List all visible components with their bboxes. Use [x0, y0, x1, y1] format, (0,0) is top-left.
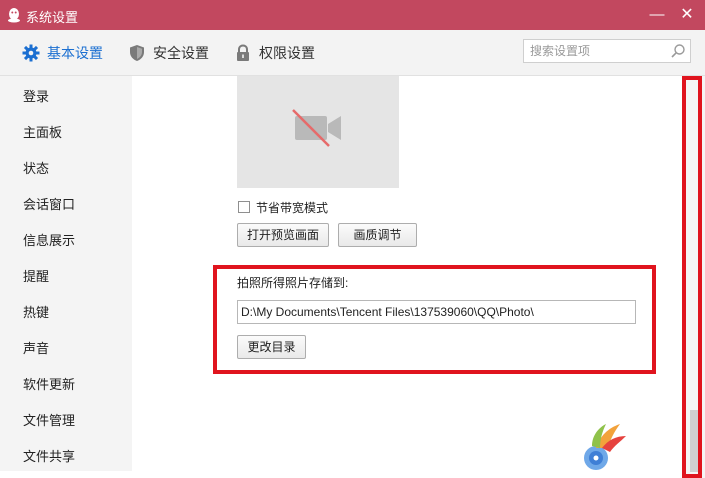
quality-adjust-button[interactable]: 画质调节 — [338, 223, 417, 247]
sidebar-item-status[interactable]: 状态 — [23, 158, 49, 177]
sidebar: 登录 主面板 状态 会话窗口 信息展示 提醒 热键 声音 软件更新 文件管理 文… — [0, 76, 132, 471]
search-box — [523, 39, 691, 63]
sidebar-item-info-display[interactable]: 信息展示 — [23, 230, 75, 249]
sidebar-item-sound[interactable]: 声音 — [23, 338, 49, 357]
sidebar-item-file-sharing[interactable]: 文件共享 — [23, 446, 75, 465]
bandwidth-save-checkbox[interactable] — [238, 201, 250, 213]
search-icon[interactable] — [670, 43, 686, 59]
title-bar: 系统设置 — ✕ — [0, 0, 705, 30]
gear-icon — [22, 44, 40, 62]
sidebar-item-main-panel[interactable]: 主面板 — [23, 122, 62, 141]
sidebar-item-chat-window[interactable]: 会话窗口 — [23, 194, 75, 213]
sidebar-item-file-management[interactable]: 文件管理 — [23, 410, 75, 429]
lock-icon — [237, 44, 249, 61]
tab-permission-settings[interactable]: 权限设置 — [234, 42, 315, 64]
close-button[interactable]: ✕ — [676, 4, 698, 26]
tab-security-settings[interactable]: 安全设置 — [128, 42, 209, 64]
tab-label: 权限设置 — [259, 45, 315, 61]
search-input[interactable] — [530, 43, 660, 59]
open-preview-button[interactable]: 打开预览画面 — [237, 223, 329, 247]
sidebar-item-login[interactable]: 登录 — [23, 86, 49, 105]
bandwidth-save-label: 节省带宽模式 — [256, 201, 329, 215]
camera-off-icon — [292, 109, 341, 147]
highlight-box — [213, 265, 656, 374]
sidebar-item-hotkeys[interactable]: 热键 — [23, 302, 49, 321]
qq-penguin-icon — [8, 8, 20, 23]
sidebar-item-software-update[interactable]: 软件更新 — [23, 374, 75, 393]
tabs-bar: 基本设置 安全设置 权限设置 — [0, 30, 705, 76]
shield-icon — [130, 45, 144, 61]
tab-label: 基本设置 — [47, 45, 103, 61]
sidebar-item-reminder[interactable]: 提醒 — [23, 266, 49, 285]
camera-preview — [237, 76, 399, 188]
minimize-button[interactable]: — — [646, 4, 668, 26]
tab-basic-settings[interactable]: 基本设置 — [22, 42, 103, 64]
scrollbar-highlight-box — [682, 76, 702, 478]
tab-label: 安全设置 — [153, 45, 209, 61]
window-title: 系统设置 — [26, 10, 79, 25]
watermark-logo-icon — [584, 424, 626, 470]
